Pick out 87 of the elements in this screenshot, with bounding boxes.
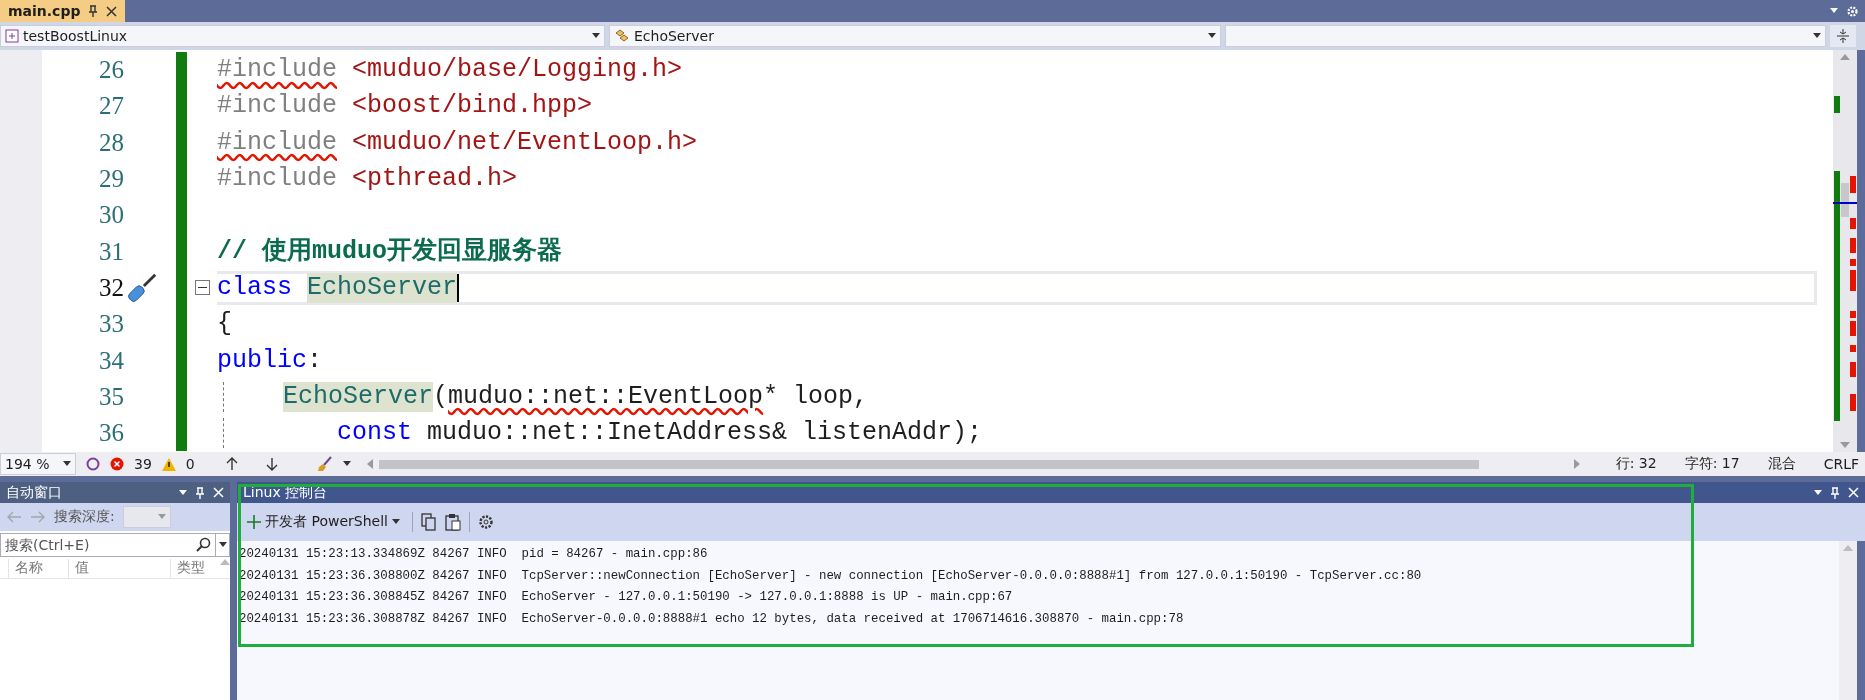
project-dropdown[interactable]: testBoostLinux <box>0 25 605 47</box>
split-icon[interactable] <box>1836 28 1850 44</box>
line-indicator: 行: 32 <box>1615 455 1657 473</box>
dropdown-arrow-icon[interactable] <box>63 461 71 467</box>
line-number: 28 <box>98 127 124 158</box>
line-ending-indicator[interactable]: CRLF <box>1823 456 1859 472</box>
project-icon <box>5 29 19 43</box>
health-icon[interactable] <box>86 457 100 471</box>
scope-dropdown[interactable]: EchoServer <box>609 25 1221 47</box>
code-token: muduo::net::InetAddress& listenAddr); <box>426 418 983 449</box>
column-header[interactable]: 名称 <box>8 559 68 578</box>
search-icon[interactable] <box>195 537 211 553</box>
dropdown-arrow-icon[interactable] <box>1208 33 1216 39</box>
line-number: 26 <box>98 55 124 86</box>
code-token: const <box>337 418 412 449</box>
text-cursor <box>457 273 460 302</box>
warning-icon[interactable] <box>161 457 176 471</box>
brush-icon[interactable] <box>316 456 333 472</box>
code-token: #include <box>217 91 338 122</box>
split-window-button[interactable] <box>1830 25 1856 47</box>
console-output-line: 20240131 15:23:36.308878Z 84267 INFO EchoServer-0.0.0.0:8888#1 echo 12 bytes, data received at 1706714616.308870 - main.cpp:78 <box>239 610 1185 628</box>
close-icon[interactable] <box>106 5 118 17</box>
dropdown-arrow-icon[interactable] <box>391 519 400 525</box>
search-box[interactable]: 搜索(Ctrl+E) <box>0 533 230 557</box>
class-icon <box>614 29 630 43</box>
column-indicator: 字符: 17 <box>1684 455 1740 473</box>
code-token: <muduo/base/Logging.h> <box>351 55 683 86</box>
console-output-line: 20240131 15:23:36.308845Z 84267 INFO EchoServer - 127.0.0.1:50190 -> 127.0.0.1:8888 is UP - main.cpp:67 <box>239 589 1014 606</box>
code-token: * loop, <box>763 381 869 412</box>
screwdriver-icon[interactable] <box>126 271 158 304</box>
arrow-down-icon[interactable] <box>264 457 279 471</box>
line-number: 29 <box>98 164 124 195</box>
copy-icon[interactable] <box>420 513 437 531</box>
collapse-icon[interactable] <box>194 280 210 296</box>
code-token: #include <box>217 164 338 195</box>
console-output-line: 20240131 15:23:36.308800Z 84267 INFO TcpServer::newConnection [EchoServer] - new connection [EchoServer-0.0.0.0:8888#1] from 127.0.0.1:50190 - TcpServer.cc:80 <box>239 567 1423 585</box>
line-number: 30 <box>98 200 124 231</box>
zoom-dropdown[interactable]: 194 % <box>0 453 76 475</box>
column-header[interactable]: 值 <box>68 559 170 578</box>
dropdown-arrow-icon[interactable] <box>218 542 227 548</box>
code-token: <boost/bind.hpp> <box>351 91 593 122</box>
error-icon[interactable] <box>110 457 124 471</box>
settings-icon[interactable] <box>477 514 494 530</box>
new-terminal-button[interactable]: 开发者 PowerShell <box>243 511 404 533</box>
line-number: 27 <box>98 91 124 122</box>
code-token: public <box>217 345 307 376</box>
scrollbar-thumb[interactable] <box>378 459 1479 469</box>
code-token: : <box>307 345 323 376</box>
dropdown-arrow-icon[interactable] <box>1813 33 1821 39</box>
error-count[interactable]: 39 <box>134 456 152 472</box>
warning-count[interactable]: 0 <box>185 456 195 472</box>
column-header[interactable]: 类型 <box>170 559 212 578</box>
code-token: ( <box>433 381 449 412</box>
dropdown-arrow-icon[interactable] <box>1814 489 1822 496</box>
line-number: 35 <box>98 381 124 412</box>
plus-icon[interactable] <box>247 515 261 529</box>
dropdown-arrow-icon[interactable] <box>179 489 187 496</box>
code-token: // 使用muduo开发回显服务器 <box>217 236 563 267</box>
depth-label: 搜索深度: <box>54 508 115 526</box>
arrow-up-icon[interactable] <box>224 457 239 471</box>
line-number: 31 <box>98 236 124 267</box>
line-number: 36 <box>98 418 124 449</box>
code-token: class <box>217 272 293 303</box>
code-token: { <box>217 309 232 340</box>
settings-icon[interactable] <box>1846 4 1859 18</box>
code-token: muduo::net::EventLoop <box>448 381 764 412</box>
code-token: EchoServer <box>283 381 434 412</box>
code-token: #include <box>217 55 338 86</box>
search-field[interactable]: 搜索(Ctrl+E) <box>1 537 195 553</box>
pin-icon[interactable] <box>88 5 99 17</box>
code-token: <muduo/net/EventLoop.h> <box>351 127 698 158</box>
code-token: #include <box>217 127 338 158</box>
line-number: 32 <box>98 272 124 303</box>
change-marker <box>176 52 187 89</box>
console-output-line: 20240131 15:23:13.334869Z 84267 INFO pid = 84267 - main.cpp:86 <box>239 546 709 563</box>
vertical-scrollbar[interactable] <box>1839 541 1857 700</box>
editor-tab[interactable]: main.cpp <box>0 0 126 22</box>
code-token: EchoServer <box>307 272 458 303</box>
dropdown-arrow-icon[interactable] <box>592 33 600 39</box>
line-number: 34 <box>98 345 124 376</box>
line-number: 33 <box>98 309 124 340</box>
indent-indicator[interactable]: 混合 <box>1767 455 1796 473</box>
change-marker <box>176 414 187 452</box>
code-token: <pthread.h> <box>351 164 518 195</box>
dropdown-arrow-icon[interactable] <box>342 461 351 467</box>
panel-title: 自动窗口 <box>6 483 62 502</box>
paste-icon[interactable] <box>444 513 461 531</box>
